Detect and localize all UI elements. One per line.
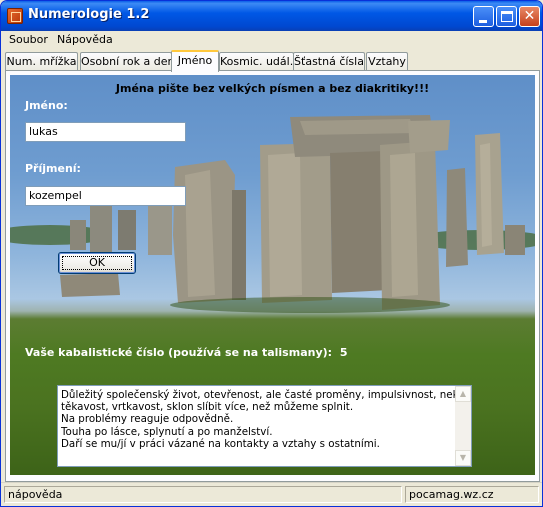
kabalistic-number-value: 5: [339, 346, 348, 359]
maximize-button[interactable]: [496, 6, 517, 27]
text-line: Na problémy reaguje odpovědně.: [61, 413, 234, 426]
text-line: těkavost, vrtkavost, sklon slíbit více, …: [61, 401, 354, 414]
status-bar: nápověda pocamag.wz.cz: [1, 482, 542, 506]
vertical-scrollbar[interactable]: ▲ ▼: [455, 386, 471, 466]
status-hint: nápověda: [4, 486, 402, 503]
maximize-icon: [501, 11, 513, 22]
first-name-field[interactable]: lukas: [25, 122, 186, 142]
scroll-up-button[interactable]: ▲: [455, 386, 471, 402]
instructions-headline: Jména pište bez velkých písmen a bez dia…: [115, 82, 430, 95]
tab-strip: Num. mřížka Osobní rok a den Jméno Kosmi…: [5, 50, 540, 72]
close-button[interactable]: ✕: [519, 6, 540, 27]
minimize-button[interactable]: [473, 6, 494, 27]
menu-soubor[interactable]: Soubor: [9, 33, 48, 46]
first-name-label: Jméno:: [25, 99, 68, 112]
chevron-up-icon: ▲: [459, 389, 467, 398]
status-website: pocamag.wz.cz: [405, 486, 539, 503]
title-bar[interactable]: Numerologie 1.2 ✕: [1, 1, 542, 31]
ok-button[interactable]: OK: [58, 252, 136, 274]
scroll-down-button[interactable]: ▼: [455, 450, 471, 466]
tab-jmeno[interactable]: Jméno: [171, 50, 219, 72]
menu-bar: Soubor Nápověda: [1, 31, 542, 50]
minimize-icon: [479, 20, 487, 23]
result-description-textarea[interactable]: Důležitý společenský život, otevřenost, …: [57, 385, 472, 467]
text-line: Daří se mu/jí v práci vázané na kontakty…: [61, 437, 380, 450]
tab-osobni-rok[interactable]: Osobní rok a den: [80, 52, 174, 71]
main-window: Numerologie 1.2 ✕ Soubor Nápověda Num. m…: [0, 0, 543, 507]
window-title: Numerologie 1.2: [28, 7, 150, 22]
text-line: Důležitý společenský život, otevřenost, …: [61, 389, 456, 401]
last-name-label: Příjmení:: [25, 162, 81, 175]
tab-stastna-cisla[interactable]: Šťastná čísla: [293, 52, 365, 71]
close-icon: ✕: [523, 8, 536, 24]
result-description-text: Důležitý společenský život, otevřenost, …: [61, 389, 456, 450]
text-line: Touha po lásce, splynutí a po manželství…: [61, 425, 273, 438]
tab-vztahy[interactable]: Vztahy: [366, 52, 408, 71]
chevron-down-icon: ▼: [459, 453, 467, 462]
menu-napoveda[interactable]: Nápověda: [57, 33, 113, 46]
app-icon[interactable]: [7, 8, 23, 24]
focus-rect: [62, 256, 132, 270]
tab-kosmic-udal[interactable]: Kosmic. udál.: [219, 52, 294, 71]
last-name-field[interactable]: kozempel: [25, 186, 186, 206]
kabalistic-number-line: Vaše kabalistické číslo (používá se na t…: [25, 346, 348, 359]
kabalistic-number-label: Vaše kabalistické číslo (používá se na t…: [25, 346, 333, 359]
tab-num-mrizka[interactable]: Num. mřížka: [5, 52, 78, 71]
